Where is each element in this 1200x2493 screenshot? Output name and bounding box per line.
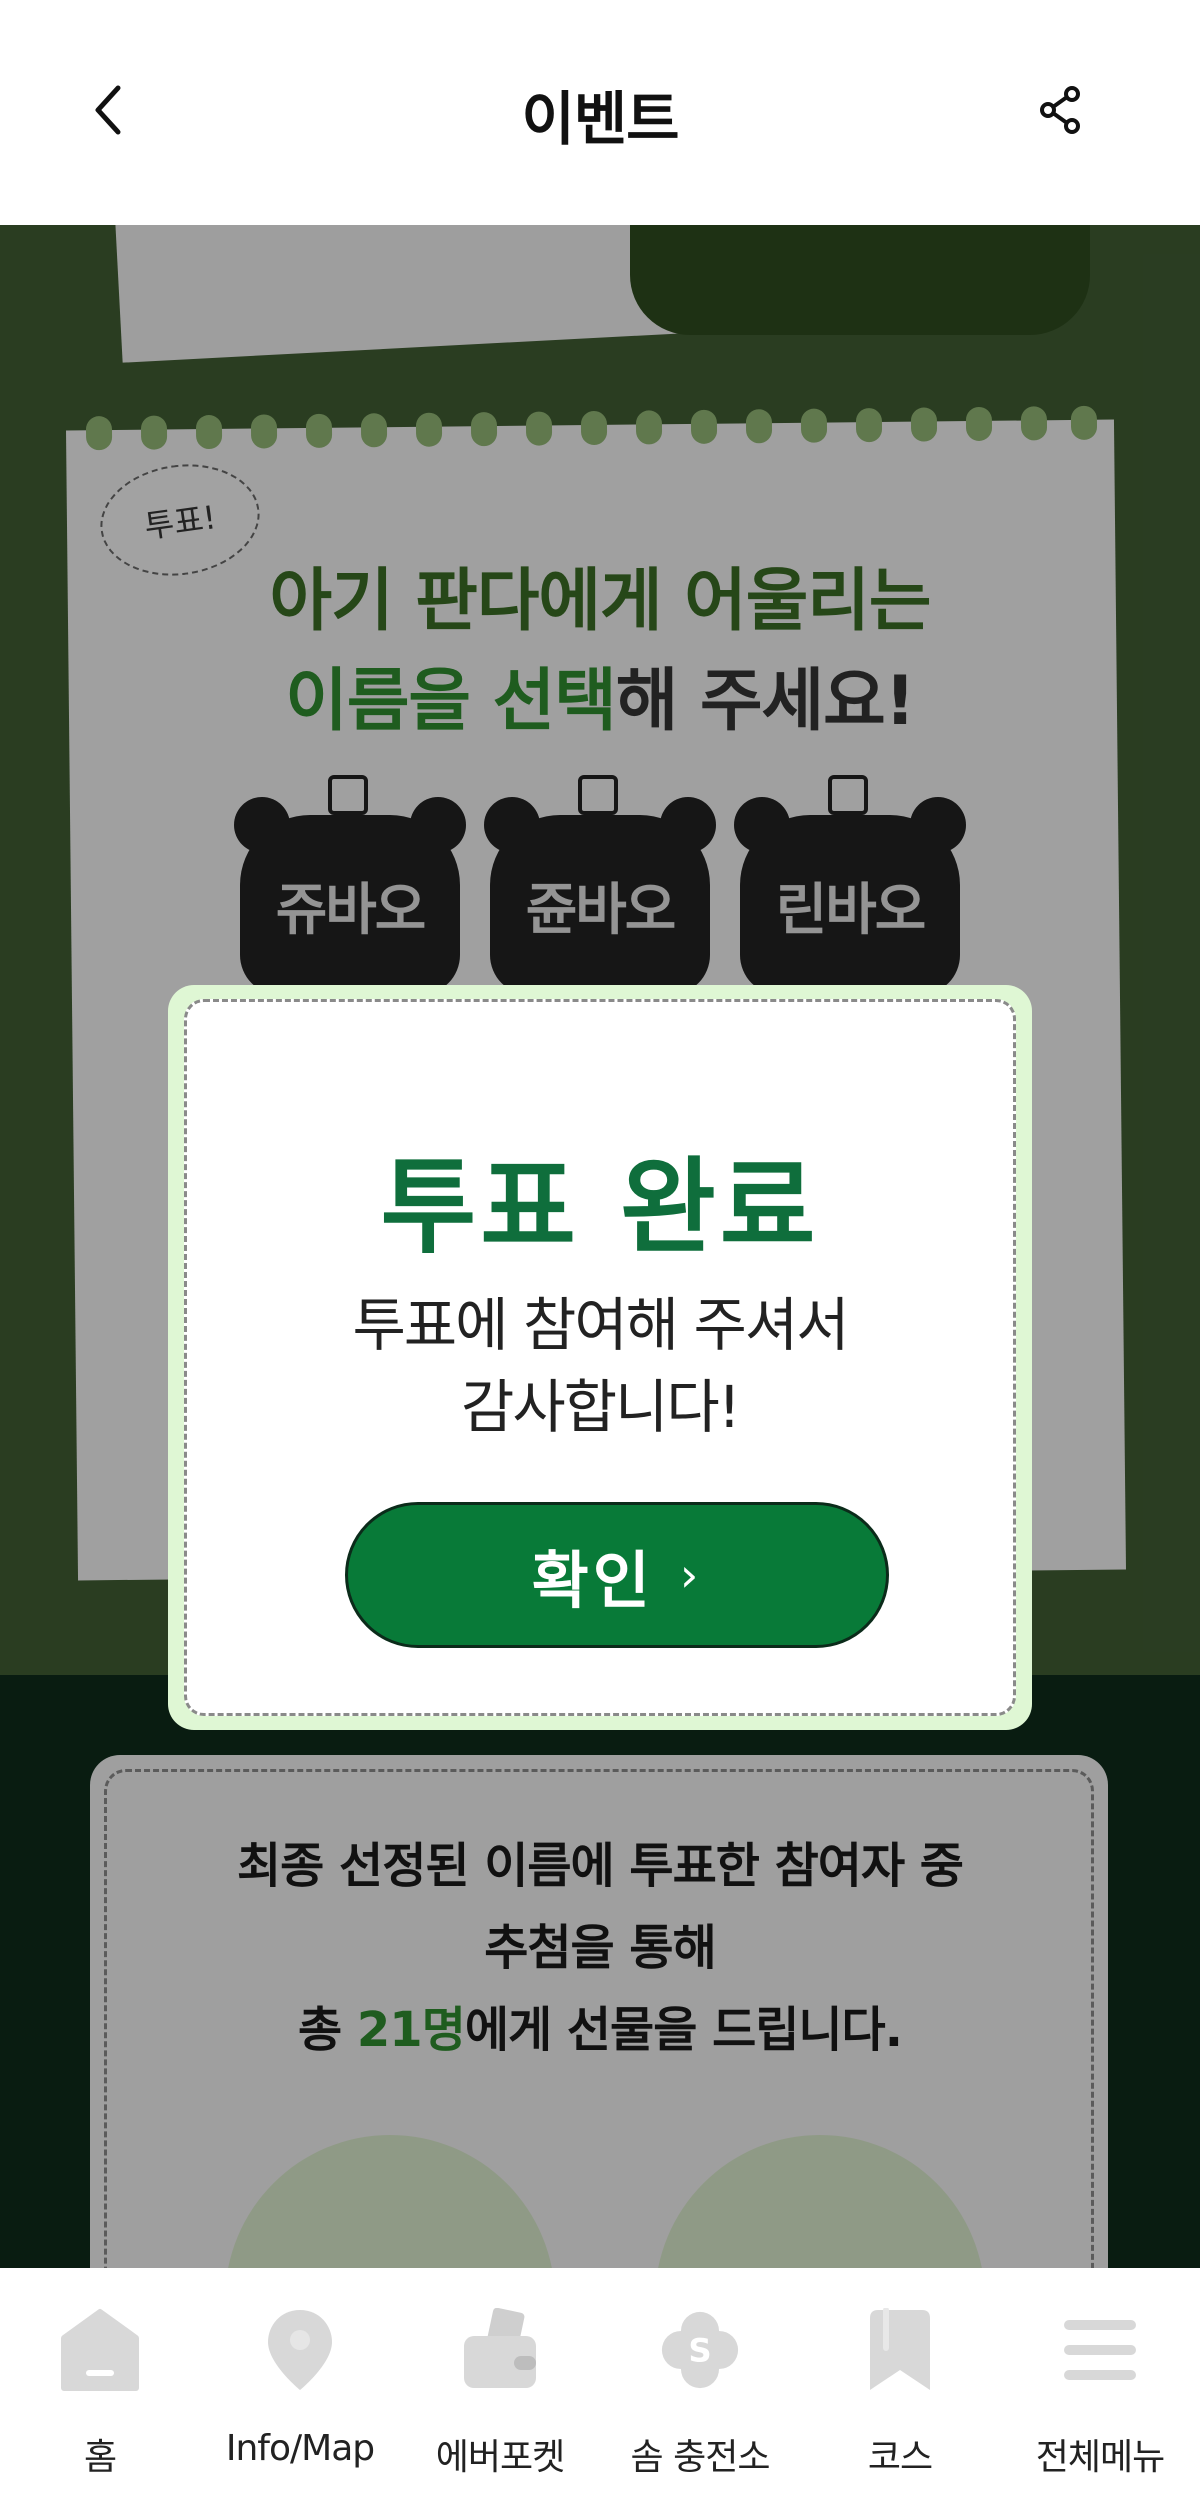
share-button[interactable] bbox=[1030, 80, 1090, 140]
chevron-right-icon: › bbox=[679, 1548, 703, 1602]
map-pin-icon bbox=[260, 2308, 340, 2392]
wallet-icon bbox=[460, 2308, 540, 2392]
bookmark-icon bbox=[860, 2308, 940, 2392]
modal-body: 투표 완료 투표에 참여해 주셔서 감사합니다! 확인 › bbox=[184, 999, 1016, 1716]
modal-title: 투표 완료 bbox=[380, 1146, 820, 1268]
confirm-button[interactable]: 확인 › bbox=[345, 1502, 889, 1648]
bottom-nav: 홈 Info/Map 에버포켓 S 솜 충전소 코스 전체메뉴 bbox=[0, 2268, 1200, 2493]
home-icon bbox=[60, 2308, 140, 2392]
nav-item-course[interactable]: 코스 bbox=[800, 2268, 1000, 2493]
nav-label: 홈 bbox=[83, 2437, 117, 2478]
nav-item-som-station[interactable]: S 솜 충전소 bbox=[600, 2268, 800, 2493]
nav-item-home[interactable]: 홈 bbox=[0, 2268, 200, 2493]
confirm-button-label: 확인 bbox=[531, 1544, 654, 1617]
nav-item-all-menu[interactable]: 전체메뉴 bbox=[1000, 2268, 1200, 2493]
svg-text:S: S bbox=[688, 2331, 711, 2369]
flower-coin-icon: S bbox=[660, 2308, 740, 2392]
modal-message: 투표에 참여해 주셔서 감사합니다! bbox=[187, 1284, 1013, 1448]
app-header: 이벤트 bbox=[0, 0, 1200, 225]
nav-item-everpocket[interactable]: 에버포켓 bbox=[400, 2268, 600, 2493]
nav-label: 전체메뉴 bbox=[1035, 2437, 1165, 2478]
share-icon bbox=[1040, 86, 1080, 134]
vote-complete-modal: 투표 완료 투표에 참여해 주셔서 감사합니다! 확인 › bbox=[168, 985, 1032, 1730]
nav-label: 솜 충전소 bbox=[630, 2437, 771, 2478]
page-title: 이벤트 bbox=[521, 85, 679, 153]
modal-message-line2: 감사합니다! bbox=[460, 1373, 741, 1441]
nav-label: 코스 bbox=[867, 2437, 933, 2478]
modal-message-line1: 투표에 참여해 주셔서 bbox=[352, 1291, 849, 1359]
nav-label: 에버포켓 bbox=[435, 2437, 565, 2478]
nav-label: Info/Map bbox=[225, 2428, 375, 2469]
nav-item-info-map[interactable]: Info/Map bbox=[200, 2268, 400, 2493]
menu-icon bbox=[1060, 2308, 1140, 2392]
